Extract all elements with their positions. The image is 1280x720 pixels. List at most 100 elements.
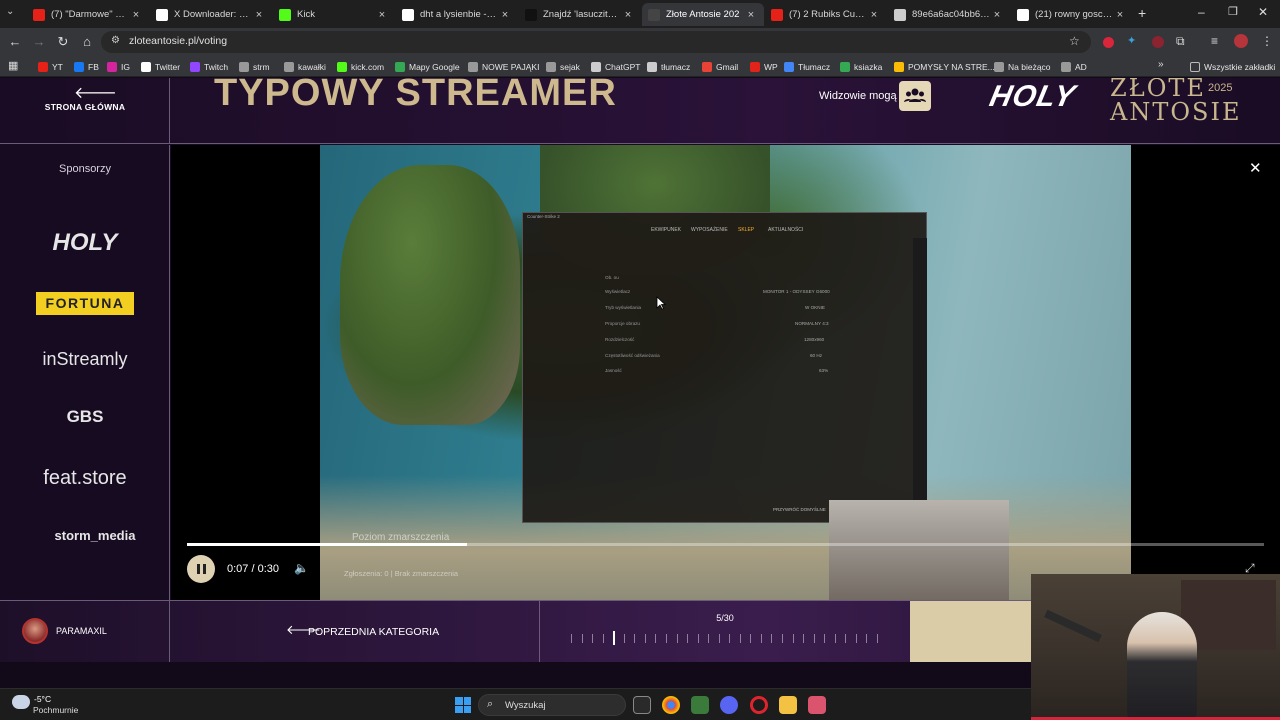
tab-close-icon[interactable]: × [621, 9, 635, 21]
bookmark-label: ksiazka [854, 62, 883, 72]
category-tick [834, 634, 836, 643]
bookmark-item[interactable]: strm [239, 60, 270, 74]
tab-close-icon[interactable]: × [498, 9, 512, 21]
sponsor-storm-media[interactable]: storm_media [0, 528, 170, 543]
back-button[interactable]: ← [7, 34, 23, 50]
bookmark-item[interactable]: sejak [546, 60, 580, 74]
site-info-icon[interactable]: ⚙ [111, 35, 120, 46]
reload-button[interactable]: ↻ [55, 34, 71, 50]
obs-app-icon[interactable] [808, 696, 826, 714]
bookmark-star-icon[interactable]: ☆ [1069, 34, 1080, 48]
bookmark-item[interactable]: kick.com [337, 60, 384, 74]
browser-tab[interactable]: (7) "Darmowe" domy× [27, 3, 149, 26]
bookmark-icon [190, 62, 200, 72]
bookmark-item[interactable]: Twitter [141, 60, 180, 74]
category-tick [845, 634, 847, 643]
video-progress-bar[interactable] [187, 543, 1264, 546]
copilot-app-icon[interactable] [633, 696, 651, 714]
more-bookmarks-icon[interactable]: » [1158, 59, 1164, 70]
browser-tab[interactable]: Złote Antosie 202 × [642, 3, 764, 26]
browser-tab[interactable]: dht a lysienbie - Szuk× [396, 3, 518, 26]
game-menu: EKWIPUNEK WYPOSAŻENIE SKLEP AKTUALNOŚCI [523, 223, 928, 237]
viewers-button[interactable] [899, 81, 931, 111]
browser-tab[interactable]: (21) rowny gosc w se× [1011, 3, 1133, 26]
opera-app-icon[interactable] [750, 696, 768, 714]
extension-icon[interactable]: ✦ [1127, 34, 1136, 47]
bookmark-item[interactable]: Gmail [702, 60, 738, 74]
shield-app-icon[interactable] [691, 696, 709, 714]
browser-tab[interactable]: Kick × [273, 3, 395, 26]
minimize-button[interactable]: – [1198, 5, 1205, 19]
weather-description[interactable]: Pochmurnie [33, 705, 78, 715]
settings-value: NORMALNY 4:3 [795, 321, 829, 326]
tab-close-icon[interactable]: × [252, 9, 266, 21]
previous-category-button[interactable]: 🡐 POPRZEDNIA KATEGORIA [171, 601, 540, 662]
bookmark-item[interactable]: Mapy Google [395, 60, 460, 74]
tab-close-icon[interactable]: × [375, 9, 389, 21]
tab-close-icon[interactable]: × [1113, 9, 1127, 21]
sponsor-fortuna[interactable]: FORTUNA [36, 292, 134, 315]
tab-close-icon[interactable]: × [867, 9, 881, 21]
sponsor-instreamly[interactable]: inStreamly [0, 349, 170, 370]
bookmark-item[interactable]: NOWE PAJĄKI [468, 60, 539, 74]
sponsor-gbs[interactable]: GBS [0, 407, 170, 427]
bookmark-item[interactable]: Na bieżąco [994, 60, 1051, 74]
next-category-button[interactable] [910, 601, 1032, 662]
bookmark-item[interactable]: IG [107, 60, 130, 74]
bookmark-item[interactable]: kawałki [284, 60, 326, 74]
home-button[interactable]: 🡐 STRONA GŁÓWNA [0, 78, 170, 144]
browser-tab[interactable]: Znajdź 'lasuczita' na × [519, 3, 641, 26]
maximize-button[interactable]: ❐ [1228, 5, 1238, 18]
bookmark-item[interactable]: POMYSŁY NA STRE... [894, 60, 995, 74]
menu-kebab-icon[interactable]: ⋮ [1261, 34, 1273, 48]
pause-button[interactable] [187, 555, 215, 583]
tab-close-icon[interactable]: × [990, 9, 1004, 21]
browser-tab[interactable]: X Downloader: Free T× [150, 3, 272, 26]
discord-app-icon[interactable] [720, 696, 738, 714]
bookmark-item[interactable]: ksiazka [840, 60, 882, 74]
bookmark-icon [468, 62, 478, 72]
new-tab-button[interactable]: + [1138, 5, 1146, 21]
bookmark-item[interactable]: WP [750, 60, 778, 74]
all-bookmarks-folder[interactable]: Wszystkie zakładki [1190, 60, 1275, 74]
apps-grid-icon[interactable]: ▦ [8, 59, 18, 72]
extensions-puzzle-icon[interactable]: ⧉ [1176, 34, 1185, 49]
bookmark-item[interactable]: Tłumacz [784, 60, 830, 74]
tab-close-icon[interactable]: × [744, 9, 758, 21]
bookmark-item[interactable]: tłumacz [647, 60, 690, 74]
url-field[interactable]: ⚙ zloteantosie.pl/voting ☆ [101, 31, 1091, 53]
settings-row: Ob. ou [605, 275, 619, 280]
browser-tab[interactable]: 89e6a6ac04bb60a51× [888, 3, 1010, 26]
weather-temperature[interactable]: -5°C [34, 694, 51, 704]
chrome-app-icon[interactable] [662, 696, 680, 714]
bookmark-item[interactable]: YT [38, 60, 63, 74]
record-extension-icon[interactable] [1103, 37, 1114, 48]
bookmark-item[interactable]: ChatGPT [591, 60, 640, 74]
bookmark-item[interactable]: Twitch [190, 60, 228, 74]
webcam-person [1127, 612, 1197, 720]
bookmark-item[interactable]: AD [1061, 60, 1087, 74]
volume-icon[interactable]: 🔈 [294, 561, 309, 575]
close-icon[interactable]: ✕ [1249, 159, 1262, 177]
side-panel-icon[interactable]: ≡ [1211, 34, 1218, 48]
browser-tab[interactable]: (7) 2 Rubiks Cubes 2× [765, 3, 887, 26]
profile-avatar[interactable] [1234, 34, 1248, 48]
bookmark-item[interactable]: FB [74, 60, 99, 74]
tiktok-icon [525, 8, 537, 21]
sponsor-holy[interactable]: HOLY [0, 229, 170, 257]
user-profile[interactable]: PARAMAXIL [0, 601, 170, 662]
forward-button[interactable]: → [31, 34, 47, 50]
video-frame[interactable]: Counter-Strike 2 EKWIPUNEK WYPOSAŻENIE S… [320, 145, 1131, 600]
tab-search-icon[interactable]: ⌄ [6, 6, 14, 17]
close-window-button[interactable]: ✕ [1258, 5, 1268, 19]
tab-close-icon[interactable]: × [129, 9, 143, 21]
sponsor-feat-store[interactable]: feat.store [0, 467, 170, 490]
file-explorer-icon[interactable] [779, 696, 797, 714]
windows-start-icon[interactable] [455, 697, 471, 713]
extension-badge-icon[interactable] [1152, 36, 1164, 48]
home-icon[interactable]: ⌂ [79, 34, 95, 50]
category-title: TYPOWY STREAMER [214, 78, 617, 114]
taskbar-search[interactable]: ⌕ Wyszukaj [478, 694, 626, 716]
cloud-icon[interactable] [12, 695, 30, 709]
video-player[interactable]: Counter-Strike 2 EKWIPUNEK WYPOSAŻENIE S… [171, 145, 1280, 600]
